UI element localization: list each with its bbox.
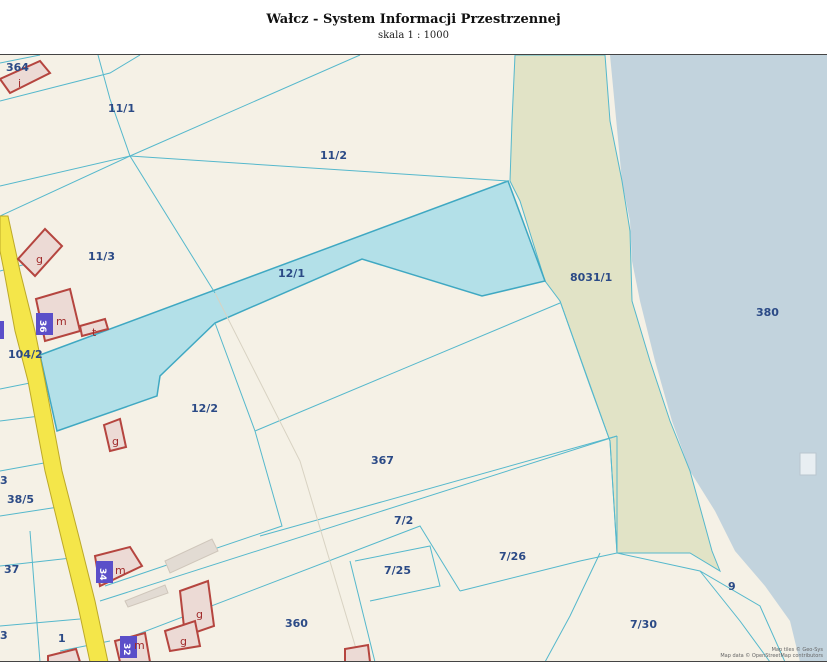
parcel-label: 3 [0, 629, 8, 642]
parcel-label: 7/2 [394, 514, 413, 527]
building-label: g [36, 253, 43, 266]
building-label: i [18, 77, 21, 90]
parcel-label: 9 [728, 580, 736, 593]
building-label: g [196, 608, 203, 621]
parcel-label: 364 [6, 61, 29, 74]
building-label: t [92, 326, 97, 339]
map-canvas[interactable]: 36 34 32 i g m t g m g m g 364 11/1 11/2… [0, 54, 827, 662]
map-marker-icon[interactable] [799, 452, 817, 476]
house-number: 34 [97, 568, 107, 581]
parcel-label: 8031/1 [570, 271, 612, 284]
parcel-label: 360 [285, 617, 308, 630]
parcel-label: 3 [0, 474, 8, 487]
building-label: m [56, 315, 67, 328]
map-attribution: Map tiles © Geo-Sys Map data © OpenStree… [720, 647, 823, 659]
map-svg[interactable]: 36 34 32 i g m t g m g m g 364 11/1 11/2… [0, 55, 827, 662]
parcel-label: 7/26 [499, 550, 526, 563]
parcel-label: 11/3 [88, 250, 115, 263]
parcel-label: 380 [756, 306, 779, 319]
parcel-label: 367 [371, 454, 394, 467]
parcel-label: 7/25 [384, 564, 411, 577]
parcel-label: 38/5 [7, 493, 34, 506]
parcel-label: 1 [58, 632, 66, 645]
attribution-line-2: Map data © OpenStreetMap contributors [720, 653, 823, 659]
parcel-label: 37 [4, 563, 19, 576]
parcel-label: 104/2 [8, 348, 43, 361]
parcel-label: 12/2 [191, 402, 218, 415]
house-number: 32 [121, 643, 131, 656]
building [344, 643, 372, 662]
parcel-label: 11/1 [108, 102, 135, 115]
parcel-label: 11/2 [320, 149, 347, 162]
building-label: m [115, 564, 126, 577]
map-header: Wałcz - System Informacji Przestrzennej … [0, 0, 827, 54]
building-label: m [134, 639, 145, 652]
map-scale: skala 1 : 1000 [377, 30, 450, 41]
building-label: g [112, 435, 119, 448]
parcel-label: 7/30 [630, 618, 657, 631]
house-number: 36 [37, 320, 47, 333]
parcel-label: 12/1 [278, 267, 305, 280]
map-title: Wałcz - System Informacji Przestrzennej [266, 12, 561, 27]
building-label: g [180, 635, 187, 648]
